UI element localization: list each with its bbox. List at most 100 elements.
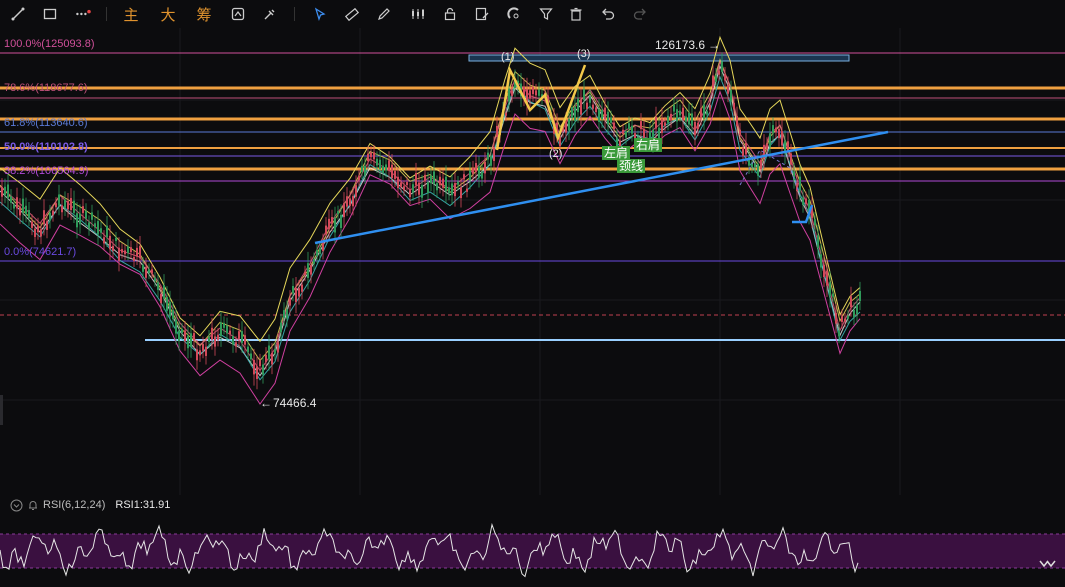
candle-body (205, 346, 207, 356)
candle-body (454, 183, 456, 197)
candle-body (574, 107, 576, 121)
rectangle-tool-icon[interactable] (40, 4, 60, 24)
candle-body (655, 116, 657, 129)
candle-body (175, 319, 177, 334)
candle-body (565, 121, 567, 133)
expand-icon[interactable] (1038, 557, 1056, 569)
candle-body (70, 198, 72, 210)
rsi-indicator-name[interactable]: RSI(6,12,24) (43, 499, 105, 511)
candle-body (163, 285, 165, 299)
candle-body (109, 235, 111, 250)
lock-icon[interactable] (440, 4, 460, 24)
candle-body (247, 346, 249, 353)
candle-body (238, 331, 240, 339)
candle-body (139, 246, 141, 259)
large-order-toggle[interactable]: 大 (157, 4, 179, 24)
cursor-icon[interactable] (310, 4, 330, 24)
chip-distribution-toggle[interactable]: 筹 (193, 4, 215, 24)
magnet-icon[interactable] (260, 4, 280, 24)
candle-body (118, 247, 120, 261)
candle-body (559, 136, 561, 147)
fib-label-786: 78.6%(118677.6) (4, 82, 88, 94)
candle-body (91, 212, 93, 220)
panel-resize-handle[interactable] (0, 395, 3, 425)
candle-body (682, 107, 684, 121)
note-icon[interactable] (472, 4, 492, 24)
candle-body (385, 164, 387, 171)
magnet-link-icon[interactable] (504, 4, 524, 24)
brush-icon[interactable] (374, 4, 394, 24)
candle-body (427, 181, 429, 194)
candle-body (703, 104, 705, 119)
ruler-icon[interactable] (342, 4, 362, 24)
candle-body (670, 113, 672, 121)
candle-body (592, 104, 594, 109)
candle-body (718, 70, 720, 75)
candle-body (379, 159, 381, 169)
candle-body (151, 269, 153, 274)
candle-body (745, 142, 747, 155)
candle-body (829, 282, 831, 297)
alert-bell-icon[interactable] (27, 499, 39, 511)
candle-body (199, 350, 201, 356)
candle-body (697, 122, 699, 129)
candle-body (310, 265, 312, 275)
candle-body (61, 205, 63, 213)
candle-body (586, 102, 588, 109)
screenshot-icon[interactable] (228, 4, 248, 24)
candle-body (511, 90, 513, 96)
candle-body (508, 88, 510, 102)
candle-body (595, 107, 597, 113)
redo-icon[interactable] (630, 4, 650, 24)
candle-body (328, 218, 330, 230)
candle-body (475, 163, 477, 172)
line-tool-icon[interactable] (8, 4, 28, 24)
candle-body (415, 173, 417, 186)
candle-body (4, 186, 6, 196)
candle-body (133, 256, 135, 262)
candle-body (433, 171, 435, 184)
candle-style-icon[interactable] (408, 4, 428, 24)
candle-body (673, 104, 675, 112)
candle-body (388, 160, 390, 171)
fib-label-618: 61.8%(113640.6) (4, 117, 88, 129)
main-indicator-toggle[interactable]: 主 (120, 4, 142, 24)
candle-body (217, 334, 219, 340)
candle-body (466, 188, 468, 192)
more-tools-icon[interactable] (72, 4, 94, 24)
trash-icon[interactable] (566, 4, 586, 24)
candle-body (712, 75, 714, 88)
fib-label-382: 38.2%(106564.9) (4, 165, 89, 177)
candle-body (418, 182, 420, 195)
candle-body (814, 219, 816, 226)
candle-body (607, 111, 609, 125)
rsi-chart[interactable] (0, 515, 1065, 587)
candle-body (430, 175, 432, 184)
candle-body (187, 335, 189, 349)
candle-body (301, 284, 303, 292)
filter-icon[interactable] (536, 4, 556, 24)
candle-body (721, 61, 723, 72)
candle-body (775, 127, 777, 133)
price-chart[interactable] (0, 28, 1065, 498)
right-shoulder-label: 右肩 (634, 138, 663, 152)
low-price-label: 74466.4 (273, 396, 317, 410)
candle-body (658, 127, 660, 139)
candle-body (112, 245, 114, 251)
candle-body (694, 122, 696, 135)
candle-body (841, 316, 843, 322)
candle-body (106, 225, 108, 238)
candle-body (67, 201, 69, 210)
rsi-header: RSI(6,12,24) RSI1:31.91 (10, 497, 170, 513)
candle-body (304, 271, 306, 276)
candle-body (688, 112, 690, 125)
candle-body (19, 206, 21, 216)
candle-body (406, 182, 408, 186)
candle-body (214, 336, 216, 347)
candle-body (835, 313, 837, 324)
undo-icon[interactable] (598, 4, 618, 24)
candle-body (568, 118, 570, 131)
candle-body (661, 118, 663, 133)
candle-body (250, 353, 252, 360)
collapse-icon[interactable] (10, 499, 23, 512)
